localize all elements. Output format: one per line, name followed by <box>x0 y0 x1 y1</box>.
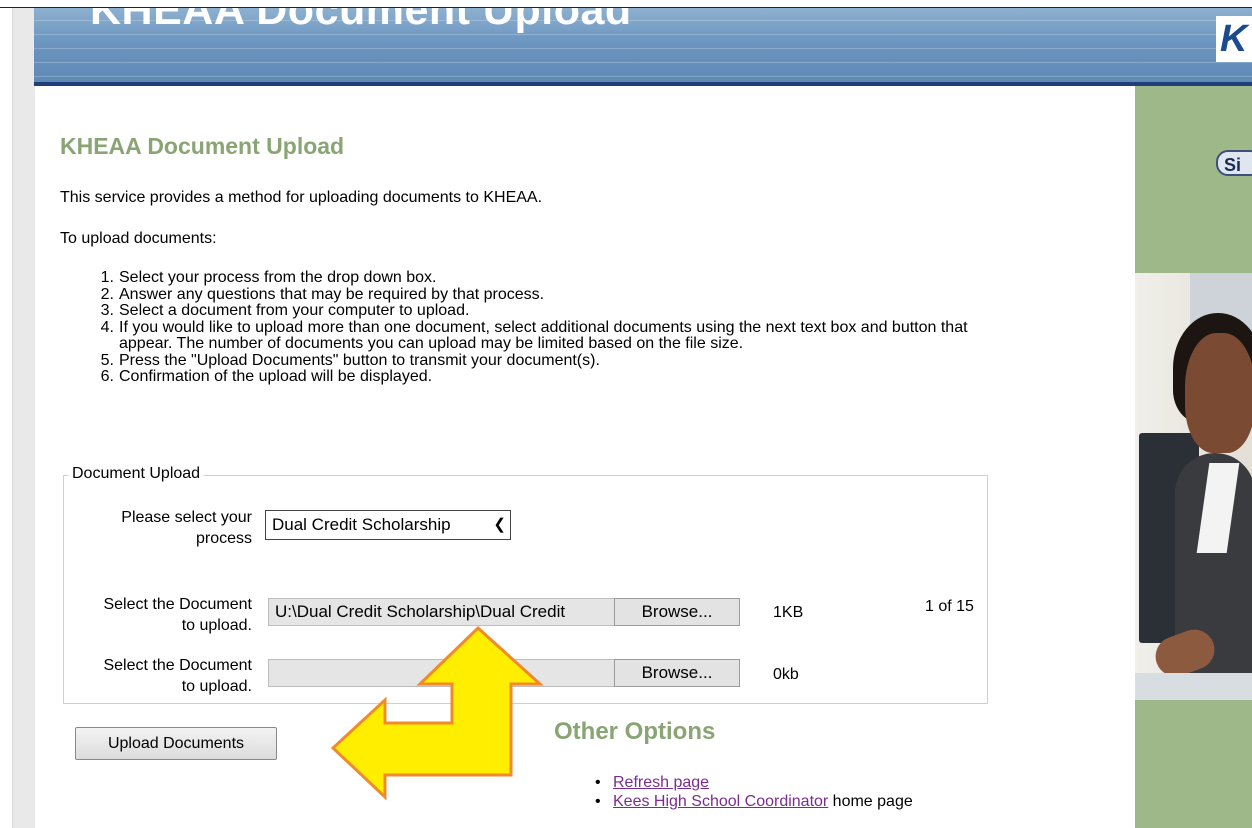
logo-text: K <box>1220 18 1248 60</box>
list-item: 3. Select a document from your computer t… <box>100 302 470 319</box>
side-panel-bottom <box>1135 700 1252 828</box>
other-options-list: • Refresh page • Kees High School Coordina… <box>595 773 913 811</box>
list-item: • Refresh page <box>595 774 710 791</box>
intro-text: This service provides a method for uploa… <box>60 189 543 206</box>
file-input-2[interactable] <box>268 659 616 687</box>
header-underline <box>34 82 1252 86</box>
other-options-heading: Other Options <box>554 718 716 745</box>
kheaa-logo[interactable]: K <box>1216 16 1252 62</box>
document-label-2: Select the Document to upload. <box>103 657 252 695</box>
coordinator-home-link[interactable]: Kees High School Coordinator <box>613 793 828 810</box>
chevron-down-icon: ❮ <box>493 516 506 533</box>
list-item: • Kees High School Coordinator home page <box>595 793 913 810</box>
browse-button-2[interactable]: Browse... <box>614 659 740 687</box>
process-select-value: Dual Credit Scholarship <box>272 515 451 534</box>
upload-documents-button[interactable]: Upload Documents <box>75 727 277 760</box>
refresh-page-link[interactable]: Refresh page <box>613 774 709 791</box>
side-photo <box>1135 273 1252 700</box>
process-label: Please select your process <box>121 509 252 547</box>
file-input-1[interactable]: U:\Dual Credit Scholarship\Dual Credit <box>268 598 616 626</box>
sign-in-button[interactable]: Si <box>1216 150 1252 176</box>
header-title: KHEAA Document Upload <box>90 8 632 34</box>
list-item: 5. Press the "Upload Documents" button to… <box>100 351 600 369</box>
file-size-1: 1KB <box>773 604 804 621</box>
document-label-1: Select the Document to upload. <box>103 596 252 634</box>
link-suffix: home page <box>828 793 913 810</box>
fieldset-legend: Document Upload <box>68 465 205 483</box>
document-count: 1 of 15 <box>925 598 974 615</box>
browse-button-1[interactable]: Browse... <box>614 598 740 626</box>
process-select[interactable]: Dual Credit Scholarship ❮ <box>265 510 511 540</box>
side-panel <box>1135 86 1252 273</box>
left-gutter <box>12 8 35 828</box>
list-item: 2. Answer any questions that may be requi… <box>100 285 545 303</box>
window-edge <box>0 0 12 828</box>
list-item: 4. If you would like to upload more than … <box>100 318 968 352</box>
file-size-2: 0kb <box>773 666 799 683</box>
list-item: 6. Confirmation of the upload will be dis… <box>100 368 433 385</box>
page-title: KHEAA Document Upload <box>60 133 345 159</box>
list-item: 1. Select your process from the drop down… <box>100 269 437 286</box>
instructions-heading: To upload documents: <box>60 230 217 247</box>
site-header: KHEAA Document Upload K <box>34 8 1252 86</box>
instructions-list: 1. Select your process from the drop down… <box>90 269 1010 386</box>
